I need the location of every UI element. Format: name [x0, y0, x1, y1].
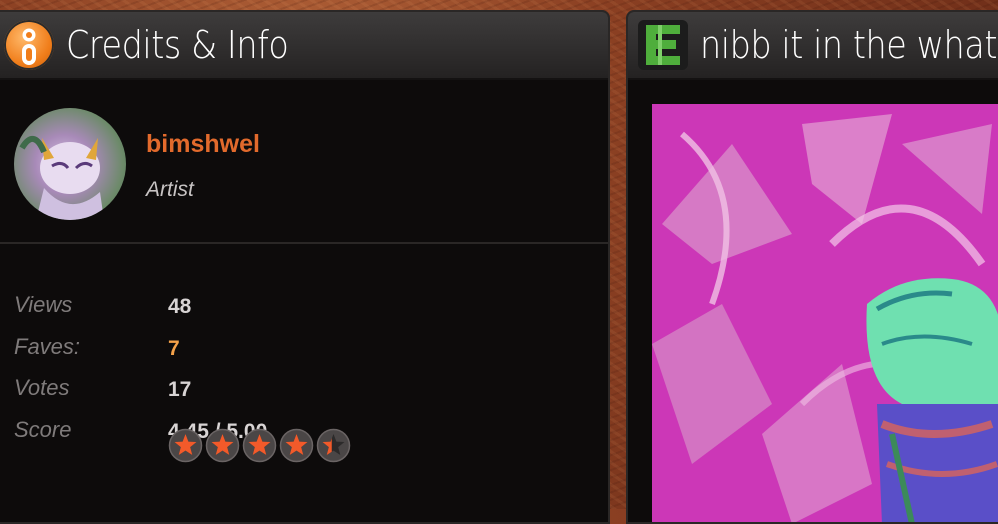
stat-row-faves: Faves: 7 — [14, 334, 414, 364]
star-icon[interactable] — [316, 428, 351, 463]
score-label: Score — [14, 417, 72, 442]
star-icon[interactable] — [168, 428, 203, 463]
star-icon[interactable] — [205, 428, 240, 463]
views-label: Views — [14, 292, 73, 317]
votes-label: Votes — [14, 375, 70, 400]
votes-value: 17 — [168, 378, 192, 401]
stat-row-views: Views 48 — [14, 292, 414, 322]
artwork-image[interactable] — [652, 104, 998, 522]
views-value: 48 — [168, 295, 192, 318]
user-profile: bimshwel Artist — [0, 82, 608, 244]
star-rating[interactable] — [168, 428, 351, 463]
stat-row-votes: Votes 17 — [14, 375, 414, 405]
artwork-panel: nibb it in the what — [626, 10, 998, 524]
credits-panel-header: Credits & Info — [0, 12, 608, 80]
faves-value[interactable]: 7 — [168, 337, 180, 361]
faves-label: Faves: — [14, 334, 81, 359]
avatar[interactable] — [14, 108, 126, 220]
info-icon — [4, 20, 54, 70]
star-icon[interactable] — [242, 428, 277, 463]
artwork-title: nibb it in the what — [700, 23, 998, 67]
user-role: Artist — [146, 178, 194, 201]
user-name-link[interactable]: bimshwel — [146, 130, 260, 159]
artwork-panel-header: nibb it in the what — [628, 12, 998, 80]
rating-e-icon — [638, 20, 688, 70]
credits-panel-title: Credits & Info — [66, 23, 289, 67]
star-icon[interactable] — [279, 428, 314, 463]
